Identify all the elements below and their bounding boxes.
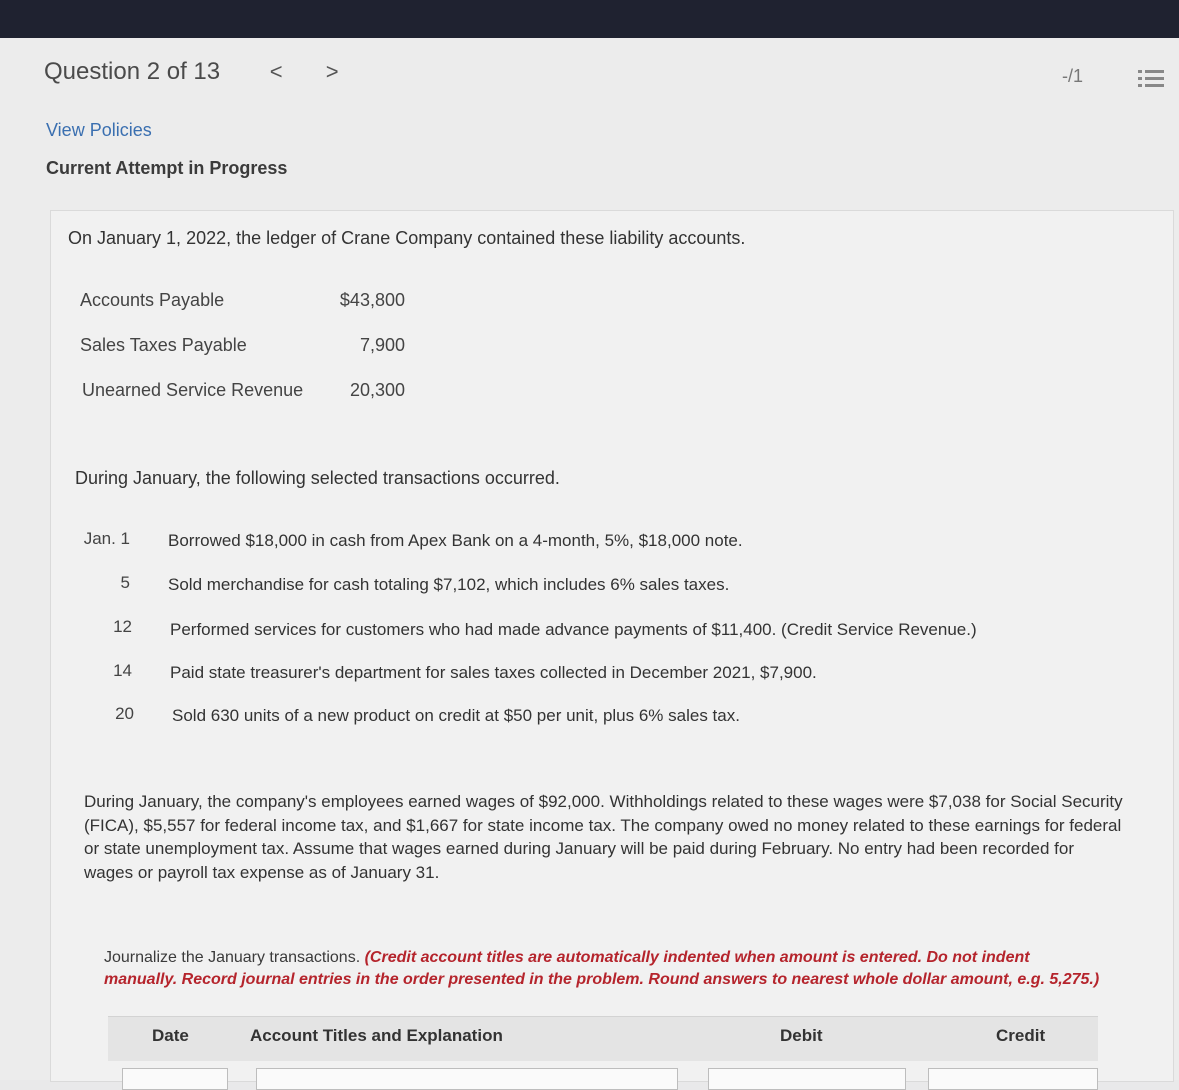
header-debit: Debit <box>780 1026 823 1045</box>
credit-input[interactable] <box>928 1068 1098 1090</box>
account-amount: 7,900 <box>359 335 405 355</box>
header-account-titles: Account Titles and Explanation <box>250 1026 503 1045</box>
top-bar <box>0 0 1179 38</box>
header-credit: Credit <box>996 1026 1046 1045</box>
instructions: Journalize the January transactions. (Cr… <box>104 947 1104 991</box>
attempt-status: Current Attempt in Progress <box>46 158 288 178</box>
date-input[interactable] <box>122 1068 228 1090</box>
account-amount: 20,300 <box>349 380 405 400</box>
question-nav: Question 2 of 13 < > <box>44 58 342 86</box>
list-icon[interactable] <box>1138 68 1164 90</box>
question-label: Question 2 of 13 <box>44 58 221 85</box>
header-date: Date <box>152 1026 189 1045</box>
transaction-text: Paid state treasurer's department for sa… <box>170 663 817 682</box>
transaction-text: Performed services for customers who had… <box>170 620 977 639</box>
instructions-lead: Journalize the January transactions. <box>104 949 365 966</box>
account-name: Unearned Service Revenue <box>82 380 304 400</box>
transaction-date: 14 <box>113 661 132 680</box>
view-policies-link[interactable]: View Policies <box>46 120 152 141</box>
transaction-date: 20 <box>115 704 134 723</box>
wages-paragraph: During January, the company's employees … <box>84 792 1123 882</box>
score-indicator: -/1 <box>1062 66 1084 86</box>
transactions-intro: During January, the following selected t… <box>75 468 560 488</box>
transaction-date: 5 <box>120 573 130 592</box>
account-name: Sales Taxes Payable <box>80 335 247 355</box>
account-name: Accounts Payable <box>80 290 225 310</box>
transaction-text: Sold 630 units of a new product on credi… <box>172 706 740 725</box>
debit-input[interactable] <box>708 1068 906 1090</box>
problem-intro: On January 1, 2022, the ledger of Crane … <box>68 228 746 248</box>
transaction-date: 12 <box>113 617 132 636</box>
account-title-input[interactable] <box>256 1068 678 1090</box>
previous-question-button[interactable]: < <box>266 59 286 85</box>
transaction-text: Sold merchandise for cash totaling $7,10… <box>168 575 730 594</box>
transaction-date: Jan. 1 <box>83 529 130 548</box>
next-question-button[interactable]: > <box>322 59 342 85</box>
account-amount: $43,800 <box>339 290 405 310</box>
transaction-text: Borrowed $18,000 in cash from Apex Bank … <box>168 531 743 550</box>
